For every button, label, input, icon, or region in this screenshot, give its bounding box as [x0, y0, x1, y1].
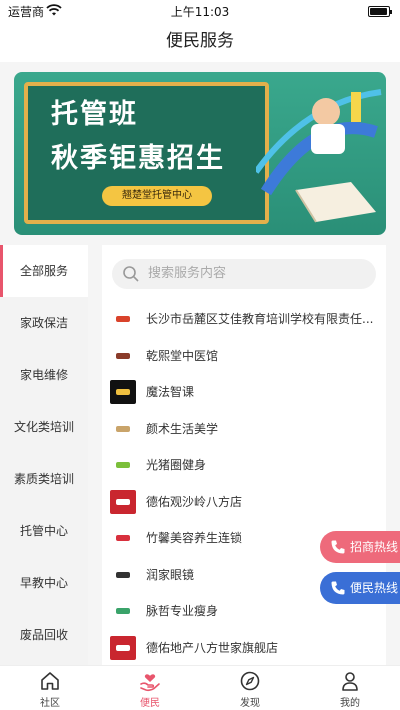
service-logo — [110, 380, 136, 404]
service-logo — [110, 562, 136, 587]
service-name: 魔法智课 — [146, 385, 195, 399]
search-icon — [123, 266, 139, 282]
logo-mark — [116, 608, 130, 614]
service-logo — [110, 416, 136, 441]
service-logo — [110, 489, 136, 514]
logo-mark — [116, 462, 130, 468]
phone-icon — [331, 581, 345, 595]
tab-discover[interactable]: 发现 — [200, 666, 300, 710]
service-logo — [110, 526, 136, 550]
sidebar-item-all-services[interactable]: 全部服务 — [0, 245, 88, 297]
tab-community[interactable]: 社区 — [0, 666, 100, 710]
service-name: 乾熙堂中医馆 — [146, 348, 219, 363]
tab-label: 我的 — [340, 698, 360, 709]
heart-hand-icon — [140, 674, 160, 692]
status-bar: 运营商 上午11:03 — [0, 0, 400, 22]
sidebar-item-early-education[interactable]: 早教中心 — [0, 557, 88, 609]
service-name: 长沙市岳麓区艾佳教育培训学校有限责任... — [146, 312, 374, 326]
tab-bar: 社区 便民 发现 我的 — [0, 665, 400, 710]
banner-subheadline: 秋季钜惠招生 — [51, 143, 225, 174]
logo-mark — [116, 644, 130, 651]
banner-headline: 托管班 — [51, 99, 138, 130]
logo-mark — [116, 425, 130, 432]
logo-mark — [116, 571, 130, 578]
service-logo — [110, 635, 136, 660]
service-logo — [110, 453, 136, 477]
business-hotline-label: 招商热线 — [350, 540, 399, 554]
sidebar-item-recycling[interactable]: 废品回收 — [0, 609, 88, 661]
tab-label: 社区 — [40, 698, 60, 709]
civic-hotline-button[interactable]: 便民热线 — [320, 572, 400, 604]
tab-label: 便民 — [140, 698, 160, 709]
service-logo — [110, 343, 136, 368]
tab-convenience[interactable]: 便民 — [100, 666, 200, 710]
logo-mark — [116, 498, 130, 505]
civic-hotline-label: 便民热线 — [350, 581, 399, 595]
tab-mine[interactable]: 我的 — [300, 666, 400, 710]
clock: 上午11:03 — [170, 5, 230, 19]
logo-mark — [116, 389, 130, 395]
service-list-item[interactable]: 德佑地产八方世家旗舰店 — [102, 630, 386, 666]
service-name: 光猪圈健身 — [146, 458, 207, 472]
home-icon — [41, 672, 59, 690]
service-logo — [110, 307, 136, 331]
search-bar[interactable]: 搜索服务内容 — [112, 259, 376, 289]
sidebar-item-appliance-repair[interactable]: 家电维修 — [0, 349, 88, 401]
service-name: 德佑地产八方世家旗舰店 — [146, 640, 279, 655]
service-name: 德佑观沙岭八方店 — [146, 494, 243, 509]
promo-banner[interactable]: 托管班 秋季钜惠招生 翘楚堂托管中心 — [14, 72, 386, 235]
logo-mark — [116, 535, 130, 541]
logo-mark — [116, 316, 130, 322]
student-illustration-icon — [256, 89, 382, 223]
search-input[interactable]: 搜索服务内容 — [148, 259, 226, 289]
logo-mark — [116, 352, 130, 359]
service-list-item[interactable]: 乾熙堂中医馆 — [102, 338, 386, 375]
service-name: 颜术生活美学 — [146, 421, 219, 436]
service-list-item[interactable]: 魔法智课 — [102, 374, 386, 411]
business-hotline-button[interactable]: 招商热线 — [320, 531, 400, 563]
service-list-item[interactable]: 光猪圈健身 — [102, 447, 386, 484]
sidebar-item-quality-training[interactable]: 素质类培训 — [0, 453, 88, 505]
compass-icon — [240, 671, 260, 691]
service-list: 长沙市岳麓区艾佳教育培训学校有限责任... 乾熙堂中医馆 魔法智课颜术生活美学 光猪圈… — [102, 301, 386, 665]
category-sidebar: 全部服务 家政保洁 家电维修 文化类培训 素质类培训 托管中心 早教中心 废品回… — [0, 245, 88, 665]
battery-icon — [368, 6, 392, 17]
banner-tag: 翘楚堂托管中心 — [102, 186, 212, 206]
service-list-item[interactable]: 长沙市岳麓区艾佳教育培训学校有限责任... — [102, 301, 386, 338]
service-logo — [110, 599, 136, 623]
service-list-item[interactable]: 颜术生活美学 — [102, 411, 386, 448]
service-list-item[interactable]: 德佑观沙岭八方店 — [102, 484, 386, 521]
sidebar-item-daycare[interactable]: 托管中心 — [0, 505, 88, 557]
sidebar-item-culture-training[interactable]: 文化类培训 — [0, 401, 88, 453]
person-icon — [342, 672, 358, 691]
page-title: 便民服务 — [166, 31, 234, 51]
phone-icon — [331, 540, 345, 554]
nav-bar: 便民服务 — [0, 22, 400, 62]
sidebar-item-housekeeping[interactable]: 家政保洁 — [0, 297, 88, 349]
tab-label: 发现 — [240, 698, 260, 709]
